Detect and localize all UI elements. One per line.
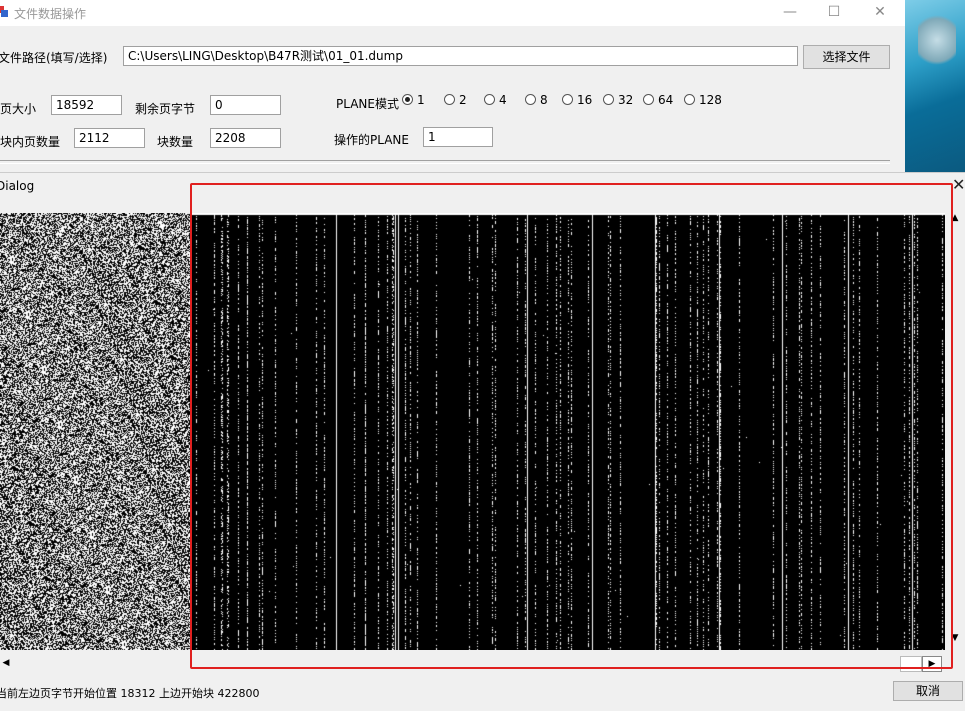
window-title: 文件数据操作: [14, 7, 87, 21]
plane-radio-128[interactable]: 128: [684, 93, 722, 107]
radio-icon: [562, 94, 573, 105]
scroll-left-icon[interactable]: ◀: [0, 657, 12, 670]
plane-radio-32[interactable]: 32: [603, 93, 633, 107]
close-button[interactable]: ✕: [866, 2, 894, 22]
app-icon: [0, 6, 8, 17]
scroll-up-icon[interactable]: ▲: [945, 213, 965, 227]
scroll-right-icon[interactable]: ▶: [922, 656, 942, 672]
plane-radio-8[interactable]: 8: [525, 93, 548, 107]
block-count-label: 块数量: [157, 135, 194, 149]
block-count-input[interactable]: 2208: [210, 128, 281, 148]
plane-radio-64[interactable]: 64: [643, 93, 673, 107]
dialog-window: Dialog ✕ ▲ ▼ ◀ ▶ 当前左边页字节开始位置 18312 上边开始块…: [0, 172, 965, 711]
plane-radio-label: 4: [499, 93, 507, 107]
operate-plane-input[interactable]: 1: [423, 127, 493, 147]
radio-selected-icon: [402, 94, 413, 105]
minimize-button[interactable]: —: [776, 2, 804, 22]
plane-radio-label: 64: [658, 93, 674, 107]
plane-radio-label: 128: [699, 93, 722, 107]
maximize-button[interactable]: ☐: [820, 2, 848, 22]
pages-per-block-label: 块内页数量: [0, 135, 61, 149]
plane-mode-label: PLANE模式: [336, 97, 399, 111]
title-bar: 文件数据操作 — ☐ ✕: [0, 0, 905, 26]
operate-plane-label: 操作的PLANE: [334, 133, 409, 147]
plane-radio-2[interactable]: 2: [444, 93, 467, 107]
page-size-input[interactable]: 18592: [51, 95, 122, 115]
path-label: 文件路径(填写/选择): [0, 51, 108, 65]
dialog-close-icon[interactable]: ✕: [952, 175, 965, 194]
horizontal-scrollbar[interactable]: ◀ ▶: [0, 655, 945, 672]
path-input[interactable]: C:\Users\LING\Desktop\B47R测试\01_01.dump: [123, 46, 798, 66]
plane-radio-label: 1: [417, 93, 425, 107]
photo-detail: [918, 10, 956, 70]
remaining-bytes-label: 剩余页字节: [135, 102, 196, 116]
dialog-title: Dialog: [0, 179, 35, 193]
status-text: 当前左边页字节开始位置 18312 上边开始块 422800: [0, 687, 260, 700]
radio-icon: [684, 94, 695, 105]
plane-radio-label: 32: [618, 93, 634, 107]
remaining-bytes-input[interactable]: 0: [210, 95, 281, 115]
main-window: 文件数据操作 — ☐ ✕ 文件路径(填写/选择) C:\Users\LING\D…: [0, 0, 905, 172]
divider: [0, 160, 890, 164]
pages-per-block-input[interactable]: 2112: [74, 128, 145, 148]
radio-icon: [444, 94, 455, 105]
page-size-label: 页大小: [0, 102, 37, 116]
scroll-thumb[interactable]: [900, 656, 922, 672]
scroll-down-icon[interactable]: ▼: [945, 633, 965, 647]
plane-radio-label: 2: [459, 93, 467, 107]
radio-icon: [525, 94, 536, 105]
radio-icon: [603, 94, 614, 105]
cancel-button[interactable]: 取消: [893, 681, 963, 701]
radio-icon: [643, 94, 654, 105]
plane-radio-label: 8: [540, 93, 548, 107]
plane-radio-16[interactable]: 16: [562, 93, 592, 107]
plane-radio-label: 16: [577, 93, 593, 107]
noise-view: [0, 213, 190, 650]
vertical-scrollbar[interactable]: ▲ ▼: [945, 213, 965, 650]
radio-icon: [484, 94, 495, 105]
plane-radio-1[interactable]: 1: [402, 93, 425, 107]
choose-file-button[interactable]: 选择文件: [803, 45, 890, 69]
plane-radio-4[interactable]: 4: [484, 93, 507, 107]
data-view[interactable]: [190, 213, 945, 650]
